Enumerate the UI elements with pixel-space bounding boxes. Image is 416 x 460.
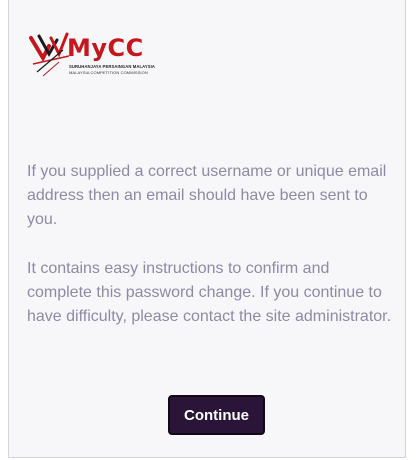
logo-brand-text: MyCC bbox=[67, 34, 144, 62]
message-card: MyCC SURUHANJAYA PERSAINGAN MALAYSIA MAL… bbox=[8, 0, 406, 458]
continue-button[interactable]: Continue bbox=[168, 395, 265, 435]
logo-subtitle-malay: SURUHANJAYA PERSAINGAN MALAYSIA bbox=[69, 64, 156, 69]
instructions-message: It contains easy instructions to confirm… bbox=[27, 260, 392, 325]
mycc-logo: MyCC SURUHANJAYA PERSAINGAN MALAYSIA MAL… bbox=[29, 28, 167, 88]
confirmation-message: If you supplied a correct username or un… bbox=[27, 163, 387, 228]
logo-subtitle-english: MALAYSIA COMPETITION COMMISSION bbox=[69, 70, 148, 75]
